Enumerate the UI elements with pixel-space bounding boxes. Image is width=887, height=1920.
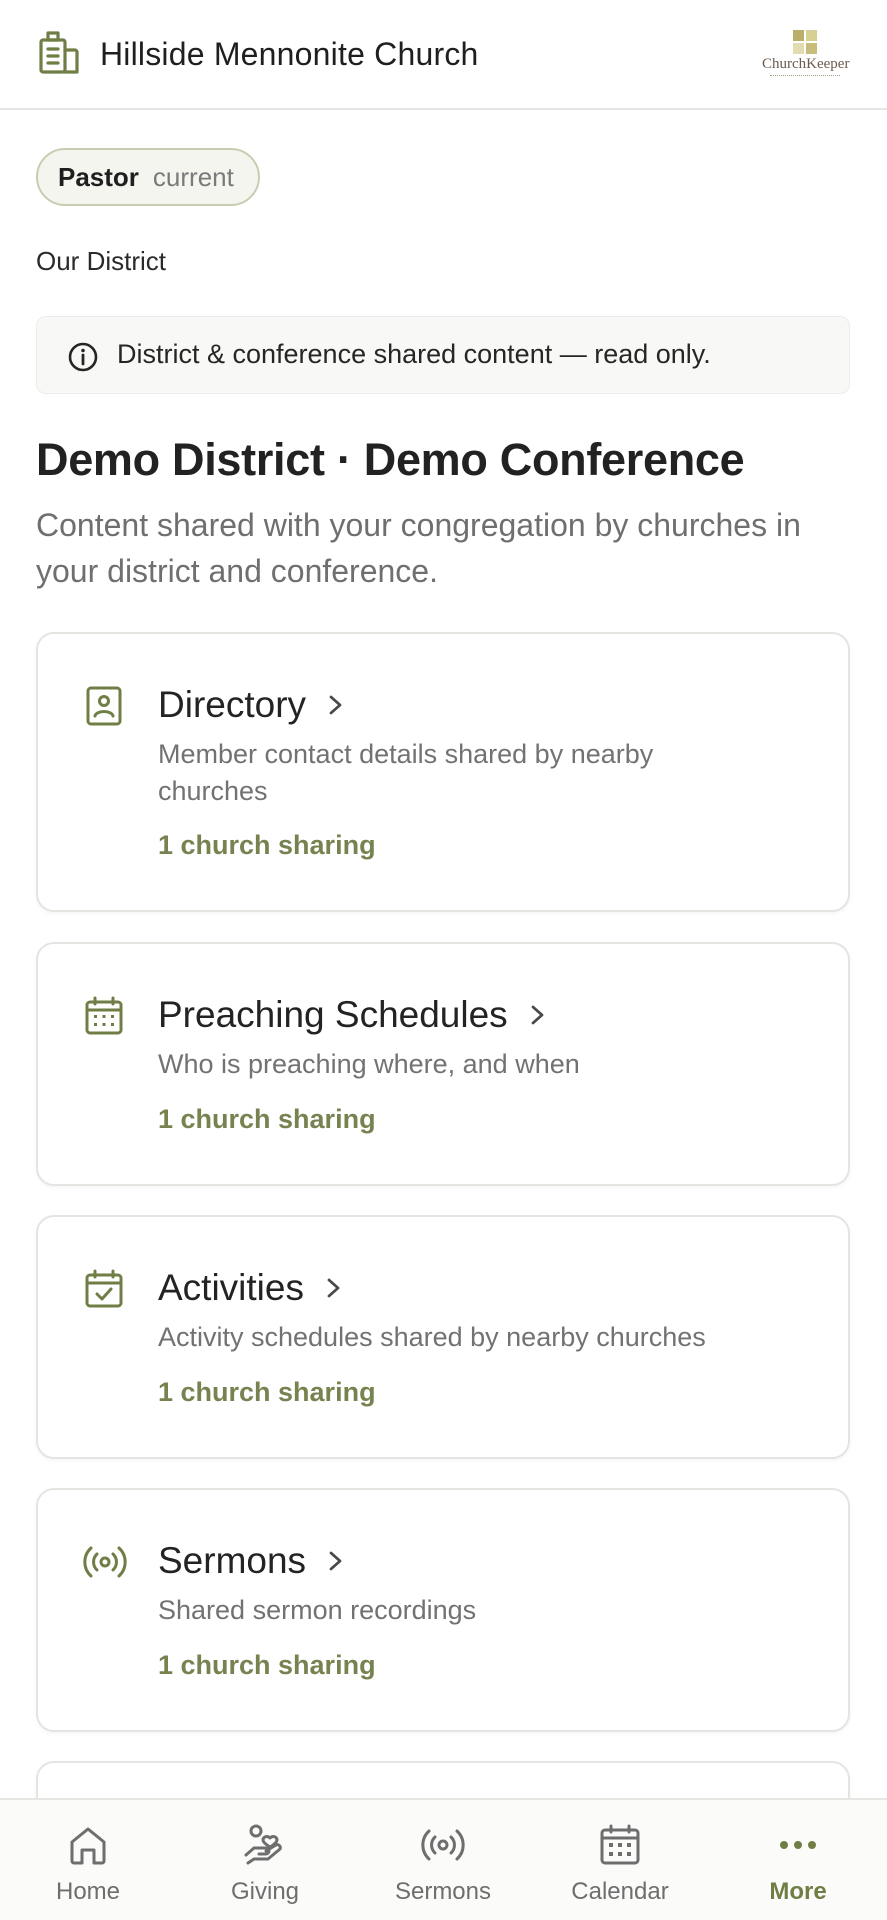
read-only-notice: District & conference shared content — r… [36, 316, 850, 394]
nav-more[interactable]: More [723, 1800, 873, 1920]
card-title-text: Directory [158, 684, 307, 725]
role-name: Pastor [58, 161, 139, 192]
church-building-icon [39, 31, 79, 74]
logo-text: ChurchKeeper [762, 56, 850, 72]
nav-label: More [769, 1878, 827, 1905]
giving-hand-icon [244, 1824, 282, 1865]
card-sharing-count: 1 church sharing [158, 1377, 376, 1407]
page-title: Demo District · Demo Conference [36, 434, 745, 485]
logo-cross-icon [793, 30, 817, 54]
chevron-right-icon [329, 1551, 342, 1571]
section-label: Our District [36, 246, 166, 276]
notice-text: District & conference shared content — r… [117, 339, 711, 369]
card-title: Activities [158, 1267, 344, 1309]
card-description: Activity schedules shared by nearby chur… [158, 1322, 706, 1352]
broadcast-icon [83, 1546, 127, 1578]
calendar-icon [600, 1824, 640, 1865]
page: Hillside Mennonite Church ChurchKeeper P… [0, 0, 887, 1920]
chevron-right-icon [531, 1005, 544, 1025]
contact-book-icon [86, 686, 122, 726]
bottom-nav: Home Giving Sermons Calendar More [0, 1798, 887, 1920]
info-icon [68, 342, 98, 372]
broadcast-icon [421, 1829, 465, 1861]
nav-home[interactable]: Home [13, 1800, 163, 1920]
calendar-check-icon [85, 1269, 123, 1308]
card-description: Shared sermon recordings [158, 1595, 477, 1625]
nav-calendar[interactable]: Calendar [545, 1800, 695, 1920]
role-status: current [152, 161, 234, 192]
card-title-text: Preaching Schedules [158, 994, 508, 1035]
card-description: Who is preaching where, and when [158, 1049, 580, 1079]
nav-label: Sermons [394, 1878, 492, 1905]
home-icon [70, 1827, 106, 1865]
app-header: Hillside Mennonite Church ChurchKeeper [0, 0, 887, 110]
card-description: Member contact details shared by nearby … [158, 739, 654, 806]
card-title: Directory [158, 684, 346, 726]
calendar-grid-icon [85, 996, 123, 1035]
card-activities[interactable]: Activities Activity schedules shared by … [36, 1215, 850, 1459]
more-dots-icon [780, 1841, 816, 1849]
card-preaching-schedules[interactable]: Preaching Schedules Who is preaching whe… [36, 942, 850, 1186]
nav-giving[interactable]: Giving [190, 1800, 340, 1920]
card-sermons[interactable]: Sermons Shared sermon recordings 1 churc… [36, 1488, 850, 1732]
chevron-right-icon [329, 695, 342, 715]
card-directory[interactable]: Directory Member contact details shared … [36, 632, 850, 912]
nav-label: Calendar [571, 1878, 669, 1905]
card-title-text: Activities [158, 1267, 304, 1308]
nav-sermons[interactable]: Sermons [368, 1800, 518, 1920]
nav-label: Giving [230, 1878, 300, 1905]
card-sharing-count: 1 church sharing [158, 1104, 376, 1134]
card-title-text: Sermons [158, 1540, 307, 1581]
church-name: Hillside Mennonite Church [100, 36, 479, 72]
logo-underline [770, 75, 840, 77]
card-title: Preaching Schedules [158, 994, 548, 1036]
chevron-right-icon [327, 1278, 340, 1298]
card-sharing-count: 1 church sharing [158, 1650, 376, 1680]
role-badge[interactable]: Pastor current [36, 148, 260, 206]
card-sharing-count: 1 church sharing [158, 830, 376, 860]
page-subtitle: Content shared with your congregation by… [36, 507, 801, 589]
churchkeeper-logo[interactable]: ChurchKeeper [762, 28, 850, 82]
card-title: Sermons [158, 1540, 346, 1582]
nav-label: Home [55, 1878, 121, 1905]
